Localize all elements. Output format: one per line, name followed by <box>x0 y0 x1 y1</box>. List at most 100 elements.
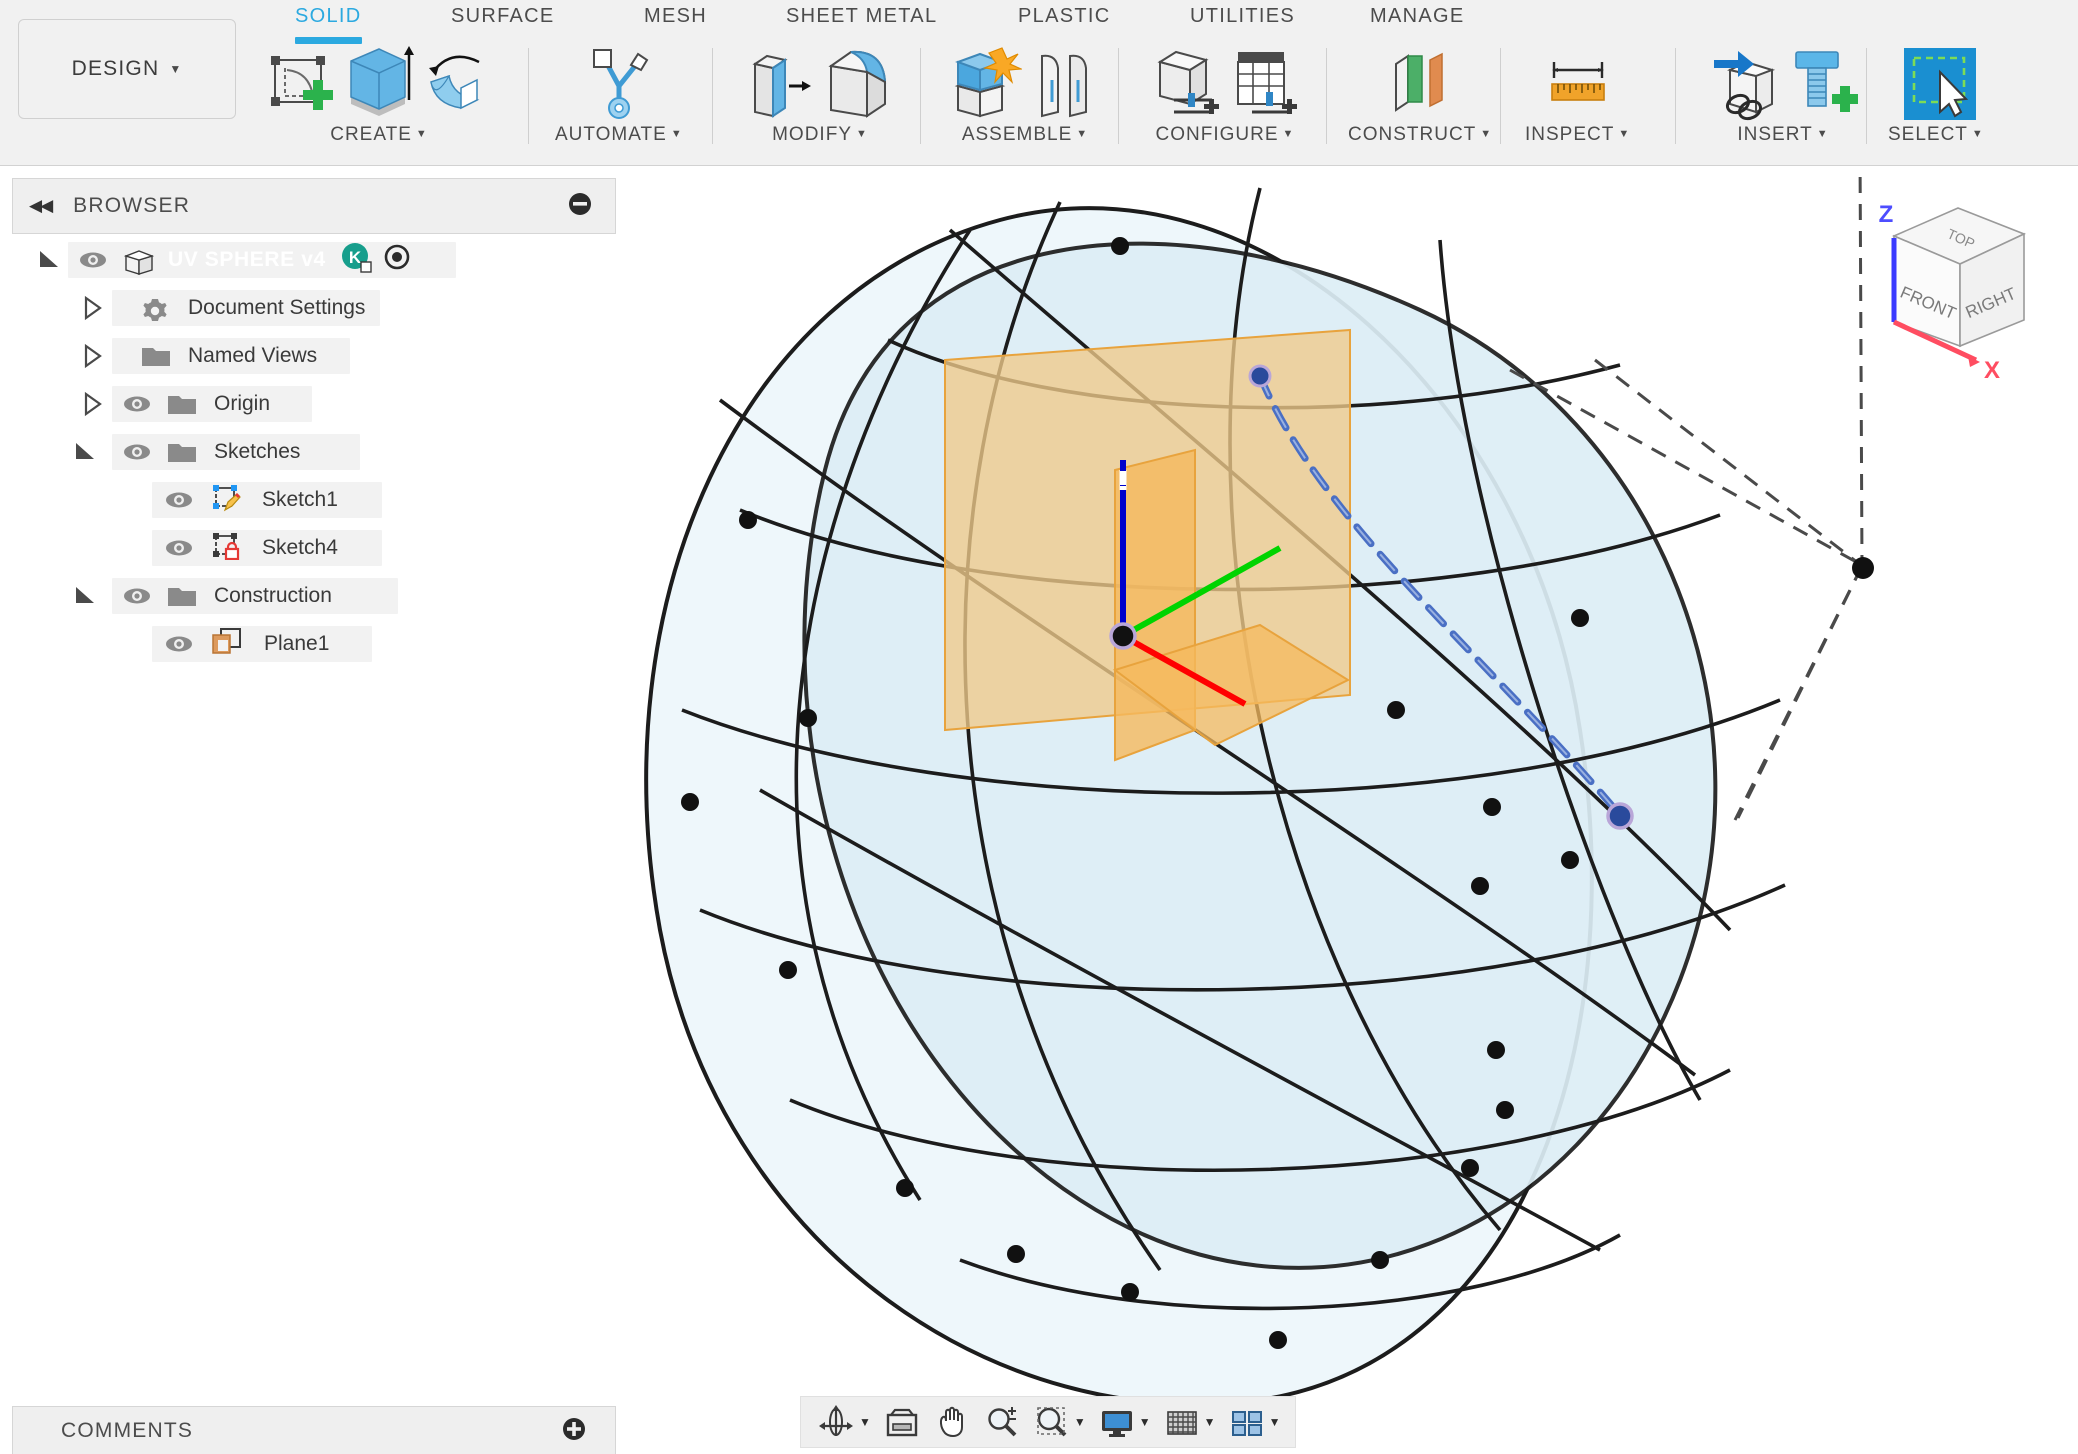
configure-body-icon[interactable] <box>1150 42 1222 122</box>
tree-item-origin[interactable]: Origin <box>12 380 616 428</box>
visibility-eye-icon[interactable] <box>120 441 154 463</box>
panel-divider <box>528 48 529 144</box>
configure-table-icon[interactable] <box>1228 42 1300 122</box>
fillet-icon[interactable] <box>823 42 895 122</box>
visibility-eye-icon[interactable] <box>120 585 154 607</box>
comments-panel-header[interactable]: COMMENTS <box>12 1406 616 1454</box>
plus-circle-icon[interactable] <box>561 1416 587 1447</box>
insert-derive-icon[interactable] <box>1708 42 1780 122</box>
chevron-down-icon: ▼ <box>415 128 428 140</box>
tree-item-named-views[interactable]: Named Views <box>12 332 616 380</box>
construction-point-right[interactable] <box>1852 557 1874 579</box>
tab-sheet-metal[interactable]: SHEET METAL <box>786 5 937 28</box>
panel-divider <box>1118 48 1119 144</box>
origin-point[interactable] <box>1109 622 1137 650</box>
visibility-eye-icon[interactable] <box>162 489 196 511</box>
panel-select-label[interactable]: SELECT ▼ <box>1888 124 1984 146</box>
chevron-down-icon: ▼ <box>1971 128 1984 140</box>
folder-icon <box>166 584 198 608</box>
panel-insert-label[interactable]: INSERT ▼ <box>1737 124 1828 146</box>
chevron-down-icon[interactable]: ▼ <box>1139 1415 1151 1429</box>
visibility-eye-icon[interactable] <box>162 537 196 559</box>
visibility-eye-icon[interactable] <box>76 249 110 271</box>
workspace-label: DESIGN <box>71 57 160 80</box>
grid-snaps-icon[interactable]: ▼ <box>1158 1400 1221 1444</box>
panel-divider <box>920 48 921 144</box>
automate-icon[interactable] <box>583 42 655 122</box>
expanded-arrow-icon[interactable] <box>72 583 98 609</box>
panel-configure-label[interactable]: CONFIGURE ▼ <box>1156 124 1295 146</box>
component-cube-icon <box>122 248 155 275</box>
tree-item-sketch4[interactable]: Sketch4 <box>12 524 616 572</box>
panel-insert: INSERT ▼ <box>1698 34 1868 156</box>
tab-utilities[interactable]: UTILITIES <box>1190 5 1295 28</box>
tab-surface[interactable]: SURFACE <box>451 5 555 28</box>
browser-panel-header[interactable]: ◀◀ BROWSER <box>12 178 616 234</box>
press-pull-icon[interactable] <box>745 42 817 122</box>
tab-manage[interactable]: MANAGE <box>1370 5 1464 28</box>
tree-item-construction[interactable]: Construction <box>12 572 616 620</box>
pan-hand-icon[interactable] <box>928 1400 976 1444</box>
collapse-left-icon[interactable]: ◀◀ <box>29 196 53 216</box>
chevron-down-icon[interactable]: ▼ <box>1269 1415 1281 1429</box>
chevron-down-icon[interactable]: ▼ <box>1204 1415 1216 1429</box>
minus-circle-icon[interactable] <box>567 191 593 222</box>
chevron-down-icon: ▼ <box>856 128 868 140</box>
zoom-window-icon[interactable]: ▼ <box>1028 1400 1091 1444</box>
collapsed-arrow-icon[interactable] <box>80 295 106 321</box>
collapsed-arrow-icon[interactable] <box>80 391 106 417</box>
tree-item-plane1[interactable]: Plane1 <box>12 620 616 668</box>
display-settings-icon[interactable]: ▼ <box>1093 1400 1156 1444</box>
activate-component-icon[interactable] <box>382 242 412 278</box>
panel-configure: CONFIGURE ▼ <box>1140 34 1310 156</box>
expanded-arrow-icon[interactable] <box>72 439 98 465</box>
spline-start-point[interactable] <box>1248 364 1272 388</box>
tree-item-label: Sketches <box>214 440 301 463</box>
tree-item-sketches[interactable]: Sketches <box>12 428 616 476</box>
chevron-down-icon[interactable]: ▼ <box>1074 1415 1086 1429</box>
offset-plane-icon[interactable] <box>1384 42 1456 122</box>
browser-tree: UV SPHERE v4 K Document Settings Named V… <box>12 236 616 668</box>
revolve-icon[interactable] <box>421 42 493 122</box>
joint-icon[interactable] <box>1028 42 1100 122</box>
folder-icon <box>166 440 198 464</box>
tree-item-sketch1[interactable]: Sketch1 <box>12 476 616 524</box>
view-cube[interactable]: TOP FRONT RIGHT Z X <box>1846 186 2078 396</box>
panel-select: SELECT ▼ <box>1888 34 1984 156</box>
extrude-icon[interactable] <box>343 42 415 122</box>
insert-mcmaster-icon[interactable] <box>1786 42 1858 122</box>
ribbon-toolbar: DESIGN ▼ SOLID SURFACE MESH SHEET METAL … <box>0 0 2078 166</box>
expanded-arrow-icon[interactable] <box>36 247 62 273</box>
new-component-icon[interactable] <box>950 42 1022 122</box>
chevron-down-icon[interactable]: ▼ <box>859 1415 871 1429</box>
construction-planes[interactable] <box>944 328 1351 762</box>
tree-item-uv-sphere[interactable]: UV SPHERE v4 K <box>12 236 616 284</box>
panel-construct-label[interactable]: CONSTRUCT ▼ <box>1348 124 1492 146</box>
pan-view-icon[interactable] <box>878 1400 926 1444</box>
collapsed-arrow-icon[interactable] <box>80 343 106 369</box>
panel-automate-label[interactable]: AUTOMATE ▼ <box>555 124 683 146</box>
panel-modify-label[interactable]: MODIFY ▼ <box>772 124 868 146</box>
panel-inspect-label[interactable]: INSPECT ▼ <box>1525 124 1630 146</box>
panel-create-label[interactable]: CREATE ▼ <box>330 124 428 146</box>
gear-icon <box>140 296 172 321</box>
chevron-down-icon: ▼ <box>1816 128 1829 140</box>
panel-automate: AUTOMATE ▼ <box>555 34 683 156</box>
tab-solid[interactable]: SOLID <box>295 5 362 44</box>
orbit-icon[interactable]: ▼ <box>811 1400 876 1444</box>
create-sketch-icon[interactable] <box>265 42 337 122</box>
panel-assemble-label[interactable]: ASSEMBLE ▼ <box>962 124 1088 146</box>
measure-icon[interactable] <box>1542 42 1614 122</box>
tab-utilities-label: UTILITIES <box>1190 5 1296 27</box>
spline-end-point[interactable] <box>1606 802 1634 830</box>
tab-mesh[interactable]: MESH <box>644 5 707 28</box>
tab-plastic[interactable]: PLASTIC <box>1018 5 1110 28</box>
tree-item-label: Plane1 <box>264 632 330 655</box>
zoom-icon[interactable] <box>978 1400 1026 1444</box>
viewports-icon[interactable]: ▼ <box>1223 1400 1286 1444</box>
visibility-eye-icon[interactable] <box>120 393 154 415</box>
tree-item-document-settings[interactable]: Document Settings <box>12 284 616 332</box>
visibility-eye-icon[interactable] <box>162 633 196 655</box>
sketch-locked-icon <box>210 530 242 566</box>
select-window-icon[interactable] <box>1900 42 1976 122</box>
